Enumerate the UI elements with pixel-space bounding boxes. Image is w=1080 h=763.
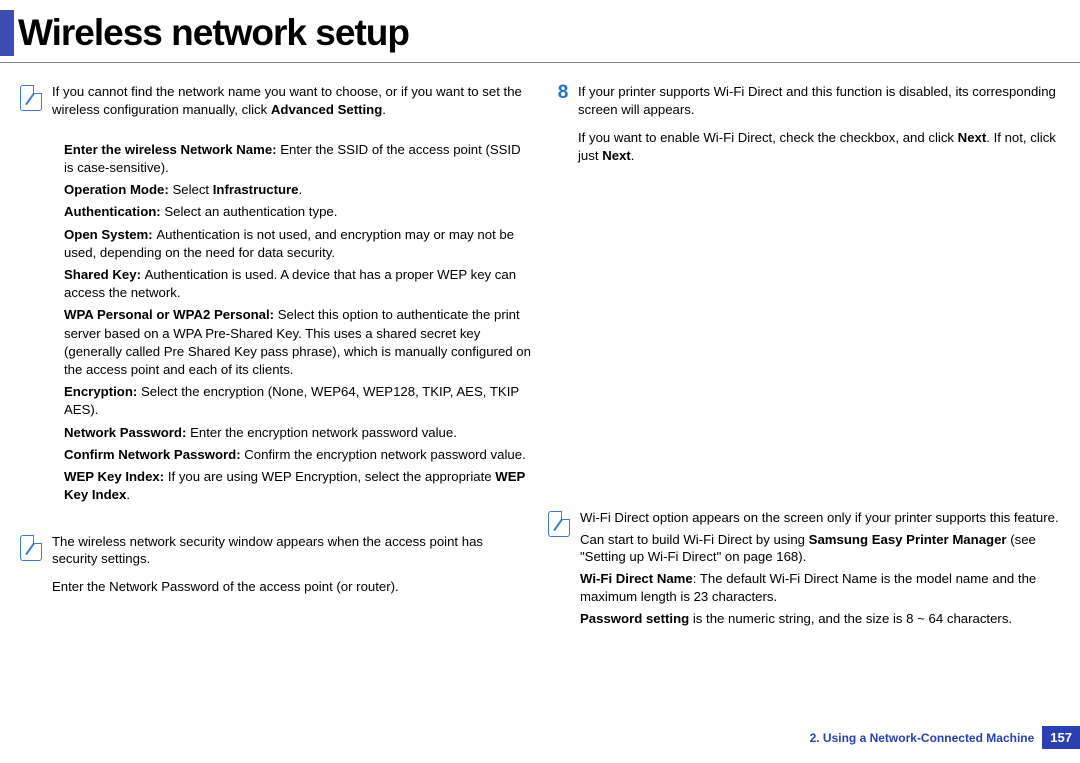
li-shared-key: Shared Key: Authentication is used. A de… (64, 266, 532, 302)
note2-text: The wireless network security window app… (52, 533, 532, 569)
left-column: If you cannot find the network name you … (12, 83, 540, 650)
step-number: 8 (548, 83, 578, 175)
footer: 2. Using a Network-Connected Machine 157 (810, 726, 1080, 749)
settings-list: Enter the wireless Network Name: Enter t… (20, 141, 532, 505)
li-open-system: Open System: Authentication is not used,… (64, 226, 532, 262)
note-icon (20, 535, 42, 561)
note2-sub: Enter the Network Password of the access… (52, 578, 532, 596)
li-authentication: Authentication: Select an authentication… (64, 203, 532, 221)
page-number: 157 (1042, 726, 1080, 749)
li-confirm-password: Confirm Network Password: Confirm the en… (64, 446, 532, 464)
note-icon (548, 511, 570, 537)
li-operation-mode: Operation Mode: Select Infrastructure. (64, 181, 532, 199)
note-block-1: If you cannot find the network name you … (20, 83, 532, 123)
image-placeholder-gap (548, 189, 1060, 509)
note-content: Wi-Fi Direct option appears on the scree… (580, 509, 1060, 632)
title-accent (0, 10, 14, 56)
li-encryption: Encryption: Select the encryption (None,… (64, 383, 532, 419)
note-r4: Password setting is the numeric string, … (580, 610, 1060, 628)
li-network-password: Network Password: Enter the encryption n… (64, 424, 532, 442)
li-wpa-personal: WPA Personal or WPA2 Personal: Select th… (64, 306, 532, 379)
li-wep-key-index: WEP Key Index: If you are using WEP Encr… (64, 468, 532, 504)
note-content: If you cannot find the network name you … (52, 83, 532, 123)
step-content: If your printer supports Wi-Fi Direct an… (578, 83, 1060, 175)
footer-chapter: 2. Using a Network-Connected Machine (810, 731, 1035, 745)
step-p1: If your printer supports Wi-Fi Direct an… (578, 83, 1060, 119)
right-column: 8 If your printer supports Wi-Fi Direct … (540, 83, 1068, 650)
note-r3: Wi-Fi Direct Name: The default Wi-Fi Dir… (580, 570, 1060, 606)
note-content: The wireless network security window app… (52, 533, 532, 600)
note-block-right: Wi-Fi Direct option appears on the scree… (548, 509, 1060, 632)
li-network-name: Enter the wireless Network Name: Enter t… (64, 141, 532, 177)
page-title: Wireless network setup (18, 12, 409, 54)
step-8: 8 If your printer supports Wi-Fi Direct … (548, 83, 1060, 175)
note-block-2: The wireless network security window app… (20, 533, 532, 600)
note1-text: If you cannot find the network name you … (52, 83, 532, 119)
two-column-layout: If you cannot find the network name you … (0, 63, 1080, 650)
note-r1: Wi-Fi Direct option appears on the scree… (580, 509, 1060, 527)
step-p2: If you want to enable Wi-Fi Direct, chec… (578, 129, 1060, 165)
title-bar: Wireless network setup (0, 0, 1080, 56)
note-r2: Can start to build Wi-Fi Direct by using… (580, 531, 1060, 567)
note-icon (20, 85, 42, 111)
